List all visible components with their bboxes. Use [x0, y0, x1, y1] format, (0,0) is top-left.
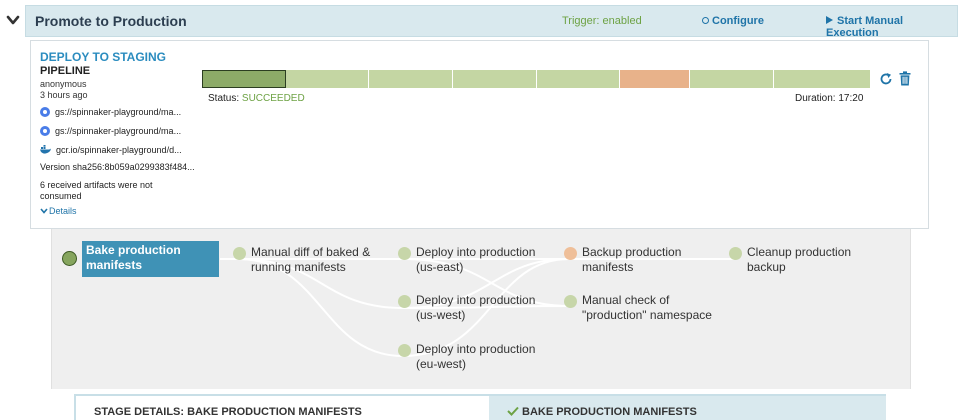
graph-node-eu-west[interactable]: Deploy into production (eu-west) — [398, 342, 546, 372]
execution-duration: Duration: 17:20 — [795, 93, 864, 104]
execution-status: Status: SUCCEEDED — [208, 93, 305, 104]
graph-node-us-west[interactable]: Deploy into production (us-west) — [398, 293, 546, 323]
graph-node-bake[interactable]: Bake production manifests — [62, 241, 219, 277]
unconsumed-artifacts-note: 6 received artifacts were not consumed — [40, 180, 153, 201]
stage-status-dot — [62, 251, 77, 266]
stage-summary-title: BAKE PRODUCTION MANIFESTS — [507, 406, 697, 418]
details-toggle[interactable]: Details — [40, 206, 77, 216]
artifact-item: gs://spinnaker-playground/ma... — [40, 107, 181, 117]
graph-node-diff[interactable]: Manual diff of baked & running manifests — [233, 245, 381, 275]
pipeline-view: Promote to Production Trigger: enabled C… — [0, 0, 960, 420]
pipeline-header[interactable]: Promote to Production Trigger: enabled C… — [25, 5, 958, 39]
stage-segment[interactable] — [536, 70, 621, 88]
chevron-down-icon — [40, 208, 48, 214]
execution-pipeline-name[interactable]: DEPLOY TO STAGING — [40, 50, 166, 64]
artifact-text: gs://spinnaker-playground/ma... — [55, 107, 182, 117]
stage-status-dot — [729, 247, 742, 260]
stage-summary-label: BAKE PRODUCTION MANIFESTS — [522, 406, 697, 418]
node-label: Deploy into production (us-west) — [416, 293, 536, 322]
stage-status-dot — [398, 247, 411, 260]
rerun-icon[interactable] — [879, 72, 893, 86]
status-value: SUCCEEDED — [241, 93, 305, 104]
docker-icon — [40, 145, 51, 154]
node-label: Manual check of "production" namespace — [582, 293, 712, 322]
node-label: Manual diff of baked & running manifests — [251, 245, 371, 274]
stage-status-dot — [398, 344, 411, 357]
node-label: Cleanup production backup — [747, 245, 852, 274]
stage-details-panel: STAGE DETAILS: BAKE PRODUCTION MANIFESTS… — [74, 394, 886, 420]
pipeline-graph: Bake production manifests Manual diff of… — [51, 229, 911, 389]
graph-node-us-east[interactable]: Deploy into production (us-east) — [398, 245, 546, 275]
stage-segment[interactable] — [285, 70, 370, 88]
artifact-item: gs://spinnaker-playground/ma... — [40, 126, 181, 136]
graph-node-cleanup[interactable]: Cleanup production backup — [729, 245, 867, 275]
stage-details-title: STAGE DETAILS: BAKE PRODUCTION MANIFESTS — [94, 406, 362, 418]
execution-card: DEPLOY TO STAGING PIPELINE anonymous 3 h… — [30, 40, 929, 229]
stage-status-dot — [564, 247, 577, 260]
stage-segment[interactable] — [773, 70, 871, 88]
trash-icon[interactable] — [899, 71, 911, 86]
execution-user: anonymous — [40, 79, 87, 89]
gear-icon — [702, 17, 709, 24]
gcs-icon — [40, 126, 50, 136]
stage-segment[interactable] — [620, 70, 691, 88]
artifact-text: gs://spinnaker-playground/ma... — [55, 126, 182, 136]
play-icon — [826, 16, 833, 24]
node-label: Bake production manifests — [86, 243, 181, 272]
stage-status-dot — [564, 295, 577, 308]
stage-summary-header[interactable]: BAKE PRODUCTION MANIFESTS — [489, 396, 886, 420]
status-label: Status: — [208, 93, 242, 104]
graph-node-check[interactable]: Manual check of "production" namespace — [564, 293, 722, 323]
node-label: Deploy into production (eu-west) — [416, 342, 536, 371]
stage-segment[interactable] — [202, 70, 286, 88]
configure-label: Configure — [712, 15, 764, 27]
artifact-item: gcr.io/spinnaker-playground/d... — [40, 145, 182, 155]
stage-segment[interactable] — [690, 70, 774, 88]
artifact-version: Version sha256:8b059a0299383f484... — [40, 162, 195, 172]
stage-progress-bar — [202, 70, 871, 88]
configure-link[interactable]: Configure — [702, 15, 764, 27]
stage-details-header: STAGE DETAILS: BAKE PRODUCTION MANIFESTS — [76, 396, 489, 420]
stage-status-dot — [398, 295, 411, 308]
graph-node-backup[interactable]: Backup production manifests — [564, 245, 702, 275]
stage-segment[interactable] — [369, 70, 453, 88]
execution-type-label: PIPELINE — [40, 65, 91, 77]
stage-segment[interactable] — [452, 70, 537, 88]
start-manual-execution-link[interactable]: Start Manual Execution — [826, 15, 957, 39]
check-icon — [507, 406, 519, 416]
node-label: Deploy into production (us-east) — [416, 245, 536, 274]
chevron-down-icon[interactable] — [6, 13, 20, 27]
execution-time-ago: 3 hours ago — [40, 90, 88, 100]
gcs-icon — [40, 107, 50, 117]
artifact-text: gcr.io/spinnaker-playground/d... — [56, 145, 182, 155]
stage-status-dot — [233, 247, 246, 260]
node-label: Backup production manifests — [582, 245, 682, 274]
trigger-status: Trigger: enabled — [562, 15, 642, 27]
details-label: Details — [49, 206, 77, 216]
pipeline-title: Promote to Production — [35, 13, 187, 29]
manual-execution-label: Start Manual Execution — [826, 15, 904, 39]
